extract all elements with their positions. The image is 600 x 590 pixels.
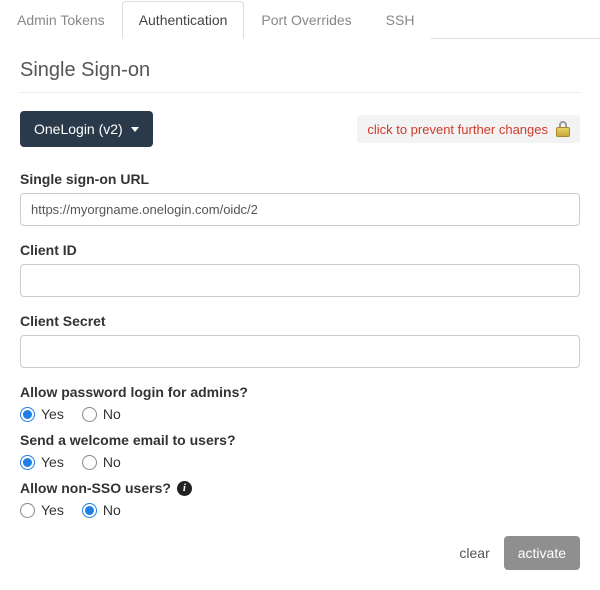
tab-port-overrides[interactable]: Port Overrides bbox=[244, 1, 368, 39]
clear-button[interactable]: clear bbox=[459, 545, 489, 561]
radio-yes[interactable] bbox=[20, 503, 35, 518]
tab-ssh[interactable]: SSH bbox=[369, 1, 432, 39]
radio-no[interactable] bbox=[82, 503, 97, 518]
chevron-down-icon bbox=[131, 127, 139, 132]
radio-yes[interactable] bbox=[20, 455, 35, 470]
allow-password-admins-no[interactable]: No bbox=[82, 406, 121, 422]
send-welcome-email-yes[interactable]: Yes bbox=[20, 454, 64, 470]
send-welcome-email-no[interactable]: No bbox=[82, 454, 121, 470]
sso-provider-dropdown-label: OneLogin (v2) bbox=[34, 121, 123, 137]
question-send-welcome-email: Send a welcome email to users? bbox=[20, 432, 580, 448]
sso-provider-dropdown[interactable]: OneLogin (v2) bbox=[20, 111, 153, 147]
tab-authentication[interactable]: Authentication bbox=[122, 1, 245, 39]
sso-url-input[interactable] bbox=[20, 193, 580, 226]
lock-notice-text: click to prevent further changes bbox=[367, 122, 548, 137]
allow-password-admins-yes[interactable]: Yes bbox=[20, 406, 64, 422]
activate-button[interactable]: activate bbox=[504, 536, 580, 570]
info-icon[interactable]: i bbox=[177, 481, 192, 496]
lock-icon bbox=[556, 121, 570, 137]
question-allow-non-sso-users: Allow non-SSO users? i bbox=[20, 480, 580, 496]
client-id-input[interactable] bbox=[20, 264, 580, 297]
radio-yes[interactable] bbox=[20, 407, 35, 422]
tab-admin-tokens[interactable]: Admin Tokens bbox=[0, 1, 122, 39]
client-secret-label: Client Secret bbox=[20, 313, 580, 329]
tab-bar: Admin Tokens Authentication Port Overrid… bbox=[0, 0, 600, 39]
client-id-label: Client ID bbox=[20, 242, 580, 258]
radio-no[interactable] bbox=[82, 455, 97, 470]
section-title: Single Sign-on bbox=[20, 59, 580, 93]
question-allow-password-admins: Allow password login for admins? bbox=[20, 384, 580, 400]
allow-non-sso-users-no[interactable]: No bbox=[82, 502, 121, 518]
client-secret-input[interactable] bbox=[20, 335, 580, 368]
sso-url-label: Single sign-on URL bbox=[20, 171, 580, 187]
lock-notice[interactable]: click to prevent further changes bbox=[357, 115, 580, 143]
allow-non-sso-users-yes[interactable]: Yes bbox=[20, 502, 64, 518]
radio-no[interactable] bbox=[82, 407, 97, 422]
